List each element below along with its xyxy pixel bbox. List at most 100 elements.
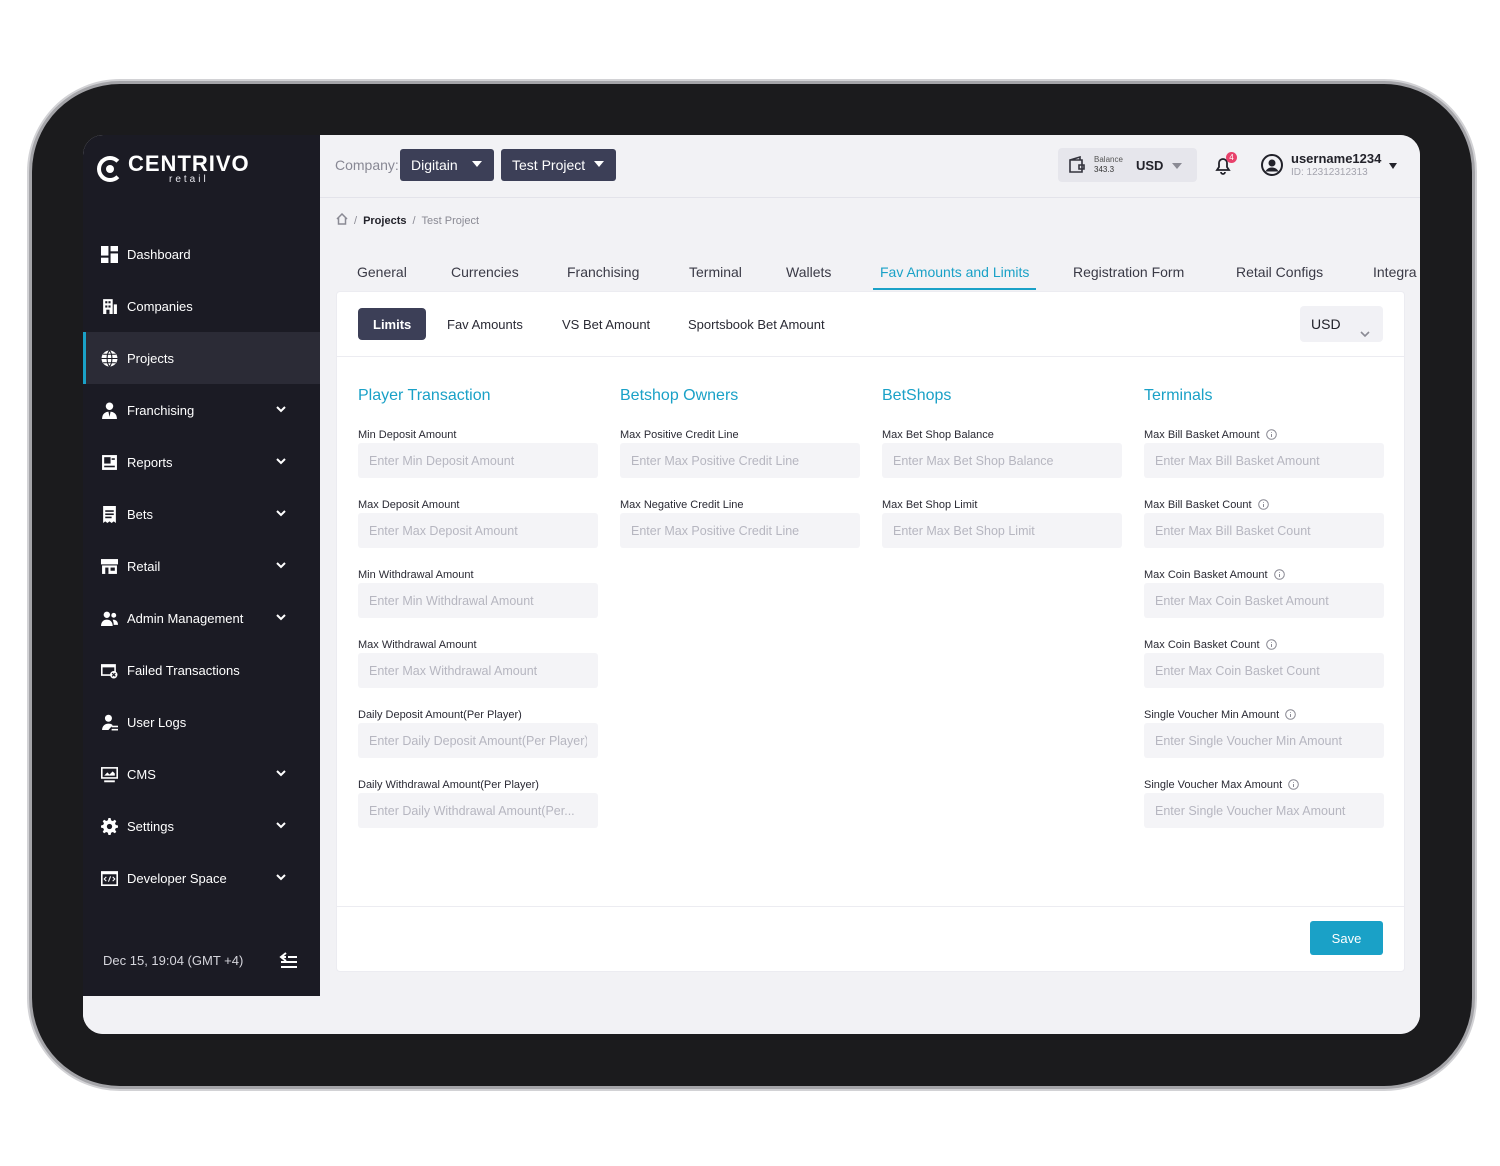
tab-currencies[interactable]: Currencies [451, 264, 519, 280]
username: username1234 [1291, 151, 1382, 166]
subtab-limits[interactable]: Limits [358, 308, 427, 340]
sidebar-item-franchising[interactable]: Franchising [83, 384, 320, 436]
chevron-down-icon[interactable] [274, 870, 290, 886]
currency-select[interactable]: USD [1300, 306, 1383, 342]
field-label: Max Negative Credit Line [620, 498, 744, 511]
info-icon[interactable] [1265, 429, 1277, 440]
min-withdrawal-amount-input[interactable] [358, 583, 598, 618]
chevron-down-icon [1359, 317, 1371, 338]
tab-registration-form[interactable]: Registration Form [1073, 264, 1184, 280]
max-bet-shop-limit-input[interactable] [882, 513, 1122, 548]
sidebar-item-user-logs[interactable]: User Logs [83, 696, 320, 748]
field-label: Max Withdrawal Amount [358, 638, 477, 651]
active-tab-indicator [873, 288, 1036, 290]
tab-terminal[interactable]: Terminal [689, 264, 742, 280]
sidebar: CENTRIVO retail Dashboard Companies Proj… [83, 135, 320, 996]
field-label: Max Positive Credit Line [620, 428, 739, 441]
subtab-sportsbook-bet-amount[interactable]: Sportsbook Bet Amount [688, 308, 825, 340]
sidebar-item-failed-transactions[interactable]: Failed Transactions [83, 644, 320, 696]
max-coin-basket-amount-input[interactable] [1144, 583, 1384, 618]
single-voucher-min-amount-input[interactable] [1144, 723, 1384, 758]
column-betshop-owners: Betshop Owners Max Positive Credit Line … [620, 387, 860, 548]
sidebar-item-admin-management[interactable]: Admin Management [83, 592, 320, 644]
home-icon[interactable] [336, 212, 348, 228]
field-min-deposit-amount: Min Deposit Amount [358, 426, 598, 478]
chevron-down-icon[interactable] [274, 402, 290, 418]
max-coin-basket-count-input[interactable] [1144, 653, 1384, 688]
project-dropdown[interactable]: Test Project [501, 149, 616, 181]
tab-wallets[interactable]: Wallets [786, 264, 831, 280]
subtab-vs-bet-amount[interactable]: VS Bet Amount [562, 308, 650, 340]
max-bill-basket-amount-input[interactable] [1144, 443, 1384, 478]
daily-withdrawal-amount-input[interactable] [358, 793, 598, 828]
caret-down-icon [594, 161, 604, 167]
sidebar-item-label: Settings [127, 818, 174, 834]
sidebar-item-label: CMS [127, 766, 156, 782]
chevron-down-icon[interactable] [274, 558, 290, 574]
single-voucher-max-amount-input[interactable] [1144, 793, 1384, 828]
chevron-down-icon[interactable] [274, 506, 290, 522]
field-label: Max Deposit Amount [358, 498, 460, 511]
chevron-down-icon[interactable] [274, 454, 290, 470]
sidebar-item-settings[interactable]: Settings [83, 800, 320, 852]
breadcrumb: / Projects / Test Project [336, 212, 480, 228]
max-withdrawal-amount-input[interactable] [358, 653, 598, 688]
user-menu-caret-icon[interactable] [1389, 163, 1397, 169]
breadcrumb-current: Test Project [421, 214, 480, 227]
sidebar-item-projects[interactable]: Projects [83, 332, 320, 384]
field-label: Max Bet Shop Balance [882, 428, 994, 441]
info-icon[interactable] [1257, 499, 1269, 510]
max-bill-basket-count-input[interactable] [1144, 513, 1384, 548]
field-label: Max Bill Basket Count [1144, 498, 1252, 511]
project-tabs: General Currencies Franchising Terminal … [336, 253, 1420, 291]
field-label: Single Voucher Min Amount [1144, 708, 1280, 721]
chevron-down-icon[interactable] [274, 766, 290, 782]
max-negative-credit-line-input[interactable] [620, 513, 860, 548]
save-button[interactable]: Save [1310, 921, 1383, 955]
subtab-fav-amounts[interactable]: Fav Amounts [447, 308, 523, 340]
field-label: Min Withdrawal Amount [358, 568, 474, 581]
field-single-voucher-min-amount: Single Voucher Min Amount [1144, 706, 1384, 758]
sidebar-item-label: Bets [127, 506, 154, 522]
max-bet-shop-balance-input[interactable] [882, 443, 1122, 478]
sidebar-item-reports[interactable]: Reports [83, 436, 320, 488]
field-min-withdrawal-amount: Min Withdrawal Amount [358, 566, 598, 618]
field-daily-withdrawal-amount: Daily Withdrawal Amount(Per Player) [358, 776, 598, 828]
avatar[interactable] [1261, 154, 1283, 176]
info-icon[interactable] [1273, 569, 1285, 580]
field-label: Single Voucher Max Amount [1144, 778, 1283, 791]
max-deposit-amount-input[interactable] [358, 513, 598, 548]
tab-integrations[interactable]: Integra [1373, 264, 1417, 280]
max-positive-credit-line-input[interactable] [620, 443, 860, 478]
chevron-down-icon[interactable] [274, 610, 290, 626]
tab-franchising[interactable]: Franchising [567, 264, 639, 280]
card-footer: Save [337, 906, 1404, 971]
min-deposit-amount-input[interactable] [358, 443, 598, 478]
sidebar-item-bets[interactable]: Bets [83, 488, 320, 540]
sidebar-item-developer-space[interactable]: Developer Space [83, 852, 320, 904]
sidebar-item-label: Failed Transactions [127, 662, 240, 678]
sidebar-item-retail[interactable]: Retail [83, 540, 320, 592]
user-id: ID: 12312312313 [1291, 167, 1368, 178]
info-icon[interactable] [1288, 779, 1300, 790]
tab-retail-configs[interactable]: Retail Configs [1236, 264, 1323, 280]
daily-deposit-amount-input[interactable] [358, 723, 598, 758]
chevron-down-icon[interactable] [274, 818, 290, 834]
field-single-voucher-max-amount: Single Voucher Max Amount [1144, 776, 1384, 828]
company-dropdown[interactable]: Digitain [400, 149, 494, 181]
sidebar-item-companies[interactable]: Companies [83, 280, 320, 332]
balance-currency-selector[interactable]: Balance 343.3 USD [1058, 148, 1197, 182]
collapse-sidebar-icon[interactable] [278, 951, 298, 969]
globe-icon [100, 349, 118, 367]
sidebar-item-dashboard[interactable]: Dashboard [83, 228, 320, 280]
tab-general[interactable]: General [357, 264, 407, 280]
field-label: Daily Deposit Amount(Per Player) [358, 708, 522, 721]
sidebar-item-cms[interactable]: CMS [83, 748, 320, 800]
info-icon[interactable] [1265, 639, 1277, 650]
tab-fav-amounts-and-limits[interactable]: Fav Amounts and Limits [880, 264, 1029, 280]
info-icon[interactable] [1285, 709, 1296, 720]
breadcrumb-projects[interactable]: Projects [363, 215, 406, 227]
field-label: Min Deposit Amount [358, 428, 457, 441]
code-icon [100, 869, 118, 887]
building-icon [100, 297, 118, 315]
